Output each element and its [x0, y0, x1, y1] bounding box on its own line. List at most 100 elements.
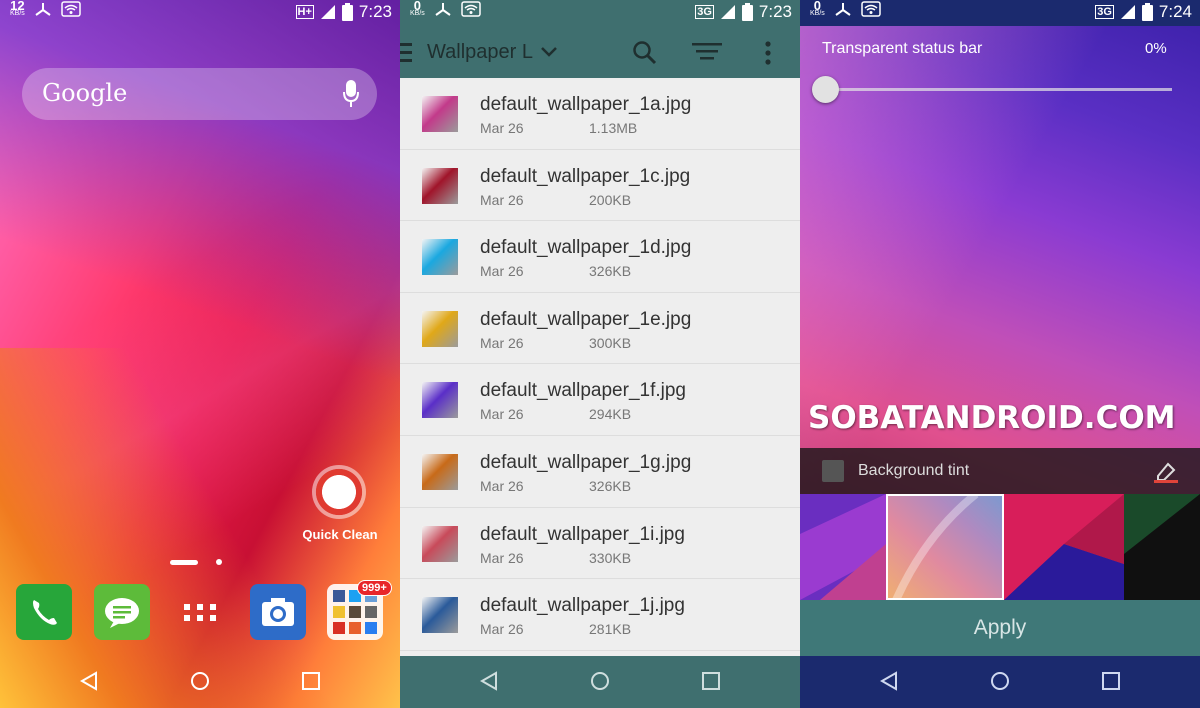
file-size: 294KB: [589, 406, 632, 423]
clock: 7:23: [758, 2, 792, 21]
navigation-bar: [400, 656, 800, 708]
page-indicator: [170, 559, 222, 565]
file-name: default_wallpaper_1j.jpg: [480, 595, 685, 617]
file-size: 281KB: [589, 621, 632, 638]
wallpaper-thumbnail[interactable]: [1124, 494, 1200, 600]
background-tint-row: Background tint: [800, 448, 1200, 494]
microphone-icon[interactable]: [343, 80, 359, 108]
transparency-slider-track[interactable]: [826, 88, 1172, 91]
signal-icon: [320, 5, 335, 19]
file-date: Mar 26: [480, 334, 524, 351]
file-thumbnail: [422, 239, 458, 276]
signal-icon: [720, 5, 735, 19]
recents-icon[interactable]: [700, 670, 722, 692]
file-name: default_wallpaper_1f.jpg: [480, 380, 686, 402]
file-size: 200KB: [589, 191, 632, 208]
signal-icon: [1120, 5, 1135, 19]
network-type: 3G: [1095, 5, 1114, 19]
file-name: default_wallpaper_1a.jpg: [480, 94, 692, 115]
file-date: Mar 26: [480, 120, 524, 136]
network-speed: 0 KB/s: [410, 0, 425, 17]
file-row[interactable]: default_wallpaper_1f.jpg Mar 26 294KB: [400, 364, 800, 436]
search-icon[interactable]: [632, 40, 658, 66]
more-options-icon[interactable]: [764, 40, 772, 66]
battery-icon: [741, 3, 753, 21]
wallpaper-thumbnail-selected[interactable]: [886, 494, 1004, 600]
file-row[interactable]: default_wallpaper_1a.jpg Mar 26 1.13MB: [400, 78, 800, 150]
app-toolbar: Wallpaper L: [400, 26, 800, 78]
file-thumbnail: [422, 597, 458, 634]
file-row[interactable]: default_wallpaper_1d.jpg Mar 26 326KB: [400, 221, 800, 293]
chevron-down-icon[interactable]: [540, 46, 558, 58]
google-logo: Google: [42, 79, 128, 107]
menu-icon[interactable]: [400, 41, 414, 63]
clock: 7:23: [358, 2, 392, 21]
file-date: Mar 26: [480, 406, 524, 423]
messaging-app-icon[interactable]: [94, 584, 150, 640]
phone-app-icon[interactable]: [16, 584, 72, 640]
file-name: default_wallpaper_1i.jpg: [480, 523, 685, 545]
app-notification-icon: [35, 3, 51, 16]
transparency-value: 0%: [1145, 40, 1167, 57]
wallpaper-thumbnail[interactable]: [800, 494, 886, 600]
back-icon[interactable]: [478, 670, 500, 692]
back-icon[interactable]: [78, 670, 100, 692]
network-speed: 12 KB/s: [10, 0, 25, 17]
app-notification-icon: [835, 3, 851, 16]
camera-app-icon[interactable]: [250, 584, 306, 640]
background-tint-label: Background tint: [858, 462, 970, 479]
recents-icon[interactable]: [300, 670, 322, 692]
network-speed: 0 KB/s: [810, 0, 825, 17]
page-indicator-current: [170, 559, 198, 565]
status-bar: 0 KB/s 3G 7:24: [800, 0, 1200, 26]
wallpaper-settings-screen: 0 KB/s 3G 7:24 Transparent status bar 0% …: [800, 0, 1200, 708]
battery-icon: [341, 3, 353, 21]
network-type: 3G: [695, 5, 714, 19]
quick-clean-label: Quick Clean: [302, 527, 378, 542]
file-date: Mar 26: [480, 263, 524, 280]
sort-icon[interactable]: [692, 42, 722, 62]
wallpaper-thumbnail[interactable]: [1004, 494, 1124, 600]
file-row[interactable]: default_wallpaper_1j.jpg Mar 26 281KB: [400, 579, 800, 651]
quick-clean-icon[interactable]: [312, 465, 366, 519]
home-screen: 12 KB/s H+ 7:23 Google Quick Clean 999+: [0, 0, 400, 708]
app-drawer-icon[interactable]: [172, 584, 228, 640]
home-icon[interactable]: [189, 670, 211, 692]
back-icon[interactable]: [878, 670, 900, 692]
file-thumbnail: [422, 96, 458, 132]
file-row[interactable]: default_wallpaper_1e.jpg Mar 26 300KB: [400, 292, 800, 365]
battery-icon: [1141, 3, 1153, 21]
wifi-icon: [461, 1, 481, 17]
file-row[interactable]: default_wallpaper_1g.jpg Mar 26 326KB: [400, 435, 800, 508]
file-list: default_wallpaper_1a.jpg Mar 26 1.13MB defa…: [400, 78, 800, 651]
folder-title[interactable]: Wallpaper L: [427, 41, 533, 64]
status-bar: 0 KB/s 3G 7:23: [400, 0, 800, 26]
file-row[interactable]: default_wallpaper_1c.jpg Mar 26 200KB: [400, 149, 800, 222]
network-type: H+: [295, 5, 314, 19]
file-size: 330KB: [589, 549, 632, 566]
file-row[interactable]: default_wallpaper_1i.jpg Mar 26 330KB: [400, 507, 800, 580]
eraser-icon[interactable]: [1152, 460, 1178, 484]
file-size: 300KB: [589, 334, 632, 351]
navigation-bar: [0, 656, 400, 708]
page-indicator-dot: [216, 559, 222, 565]
file-date: Mar 26: [480, 477, 524, 494]
wifi-icon: [61, 1, 81, 17]
status-bar: 12 KB/s H+ 7:23: [0, 0, 400, 26]
background-tint-checkbox[interactable]: [822, 460, 844, 482]
home-icon[interactable]: [989, 670, 1011, 692]
file-size: 1.13MB: [589, 120, 638, 136]
notification-badge: 999+: [357, 580, 392, 596]
home-icon[interactable]: [589, 670, 611, 692]
apply-button[interactable]: Apply: [800, 600, 1200, 656]
file-date: Mar 26: [480, 191, 524, 208]
file-name: default_wallpaper_1d.jpg: [480, 237, 692, 259]
transparency-slider-thumb[interactable]: [812, 76, 839, 103]
recents-icon[interactable]: [1100, 670, 1122, 692]
file-name: default_wallpaper_1c.jpg: [480, 165, 691, 187]
file-name: default_wallpaper_1g.jpg: [480, 451, 692, 473]
file-thumbnail: [422, 382, 458, 419]
google-search-bar[interactable]: Google: [22, 68, 377, 120]
file-size: 326KB: [589, 477, 632, 494]
app-notification-icon: [435, 3, 451, 16]
